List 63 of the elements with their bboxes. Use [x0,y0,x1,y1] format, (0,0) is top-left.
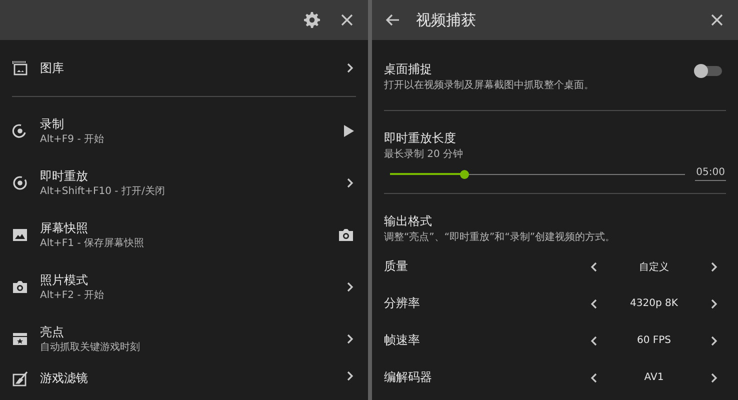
chevron-right-icon[interactable] [710,336,718,346]
clapperboard-icon [12,331,28,347]
chevron-left-icon[interactable] [590,372,598,382]
setting-value: 4320p 8K [629,298,679,309]
item-shortcut: Alt+F9 - 开始 [40,134,105,146]
chevron-left-icon[interactable] [590,298,598,308]
setting-description: 最长录制 20 分钟 [384,148,464,161]
setting-value: 自定义 [638,260,670,274]
chevron-right-icon [346,63,354,73]
item-title: 屏幕快照 [40,220,89,234]
item-title: 录制 [40,116,65,130]
chevron-right-icon [346,178,354,188]
item-shortcut: Alt+Shift+F10 - 打开/关闭 [40,186,166,198]
gallery-icon [12,60,28,76]
panel-title: 视频捕获 [416,10,476,30]
chevron-right-icon [346,282,354,292]
chevron-left-icon[interactable] [590,262,598,272]
setting-label: 编解码器 [384,369,433,386]
slider-thumb[interactable] [460,170,469,178]
chevron-left-icon[interactable] [590,336,598,346]
chevron-right-icon[interactable] [710,298,718,308]
setting-label: 帧速率 [384,332,421,349]
record-icon [12,123,28,139]
settings-icon[interactable] [304,12,320,28]
play-icon[interactable] [344,125,354,137]
item-shortcut: Alt+F2 - 开始 [40,290,105,302]
setting-value: 60 FPS [636,335,672,346]
chevron-right-icon[interactable] [710,372,718,382]
filter-icon [12,371,28,387]
menu-item[interactable]: 即时重放 Alt+Shift+F10 - 打开/关闭 [0,157,368,209]
menu-item[interactable]: 屏幕快照 Alt+F1 - 保存屏幕快照 [0,209,368,261]
camera-icon [12,279,28,295]
menu-item[interactable]: 图库 [0,40,368,96]
item-shortcut: Alt+F1 - 保存屏幕快照 [40,238,145,250]
image-icon [12,227,28,243]
item-title: 亮点 [40,324,65,338]
close-icon[interactable] [340,13,354,27]
setting-label: 分辨率 [384,295,421,312]
setting-value: AV1 [643,372,665,383]
menu-item[interactable]: 游戏滤镜 [0,365,368,400]
item-title: 游戏滤镜 [40,371,89,385]
setting-description: 调整“亮点”、“即时重放”和“录制”创建视频的方式。 [384,231,616,244]
chevron-right-icon [346,334,354,344]
chevron-right-icon[interactable] [710,262,718,272]
item-title: 照片模式 [40,272,89,286]
setting-label: 质量 [384,258,409,275]
item-title: 即时重放 [40,168,89,182]
close-icon[interactable] [710,13,724,27]
camera-icon[interactable] [338,227,354,243]
setting-title: 桌面捕捉 [384,62,433,77]
menu-item[interactable]: 亮点 自动抓取关键游戏时刻 [0,313,368,365]
item-title: 图库 [40,61,65,75]
toggle-switch[interactable] [696,66,722,76]
setting-description: 打开以在视频录制及屏幕截图中抓取整个桌面。 [384,79,595,92]
replay-icon [12,175,28,191]
setting-title: 即时重放长度 [384,131,457,146]
duration-field[interactable]: 05:00 [695,167,726,181]
menu-item[interactable]: 照片模式 Alt+F2 - 开始 [0,261,368,313]
menu-item[interactable]: 录制 Alt+F9 - 开始 [0,105,368,157]
back-arrow-icon[interactable] [386,14,400,26]
item-shortcut: 自动抓取关键游戏时刻 [40,342,141,354]
setting-title: 输出格式 [384,214,433,229]
chevron-right-icon [346,371,354,381]
